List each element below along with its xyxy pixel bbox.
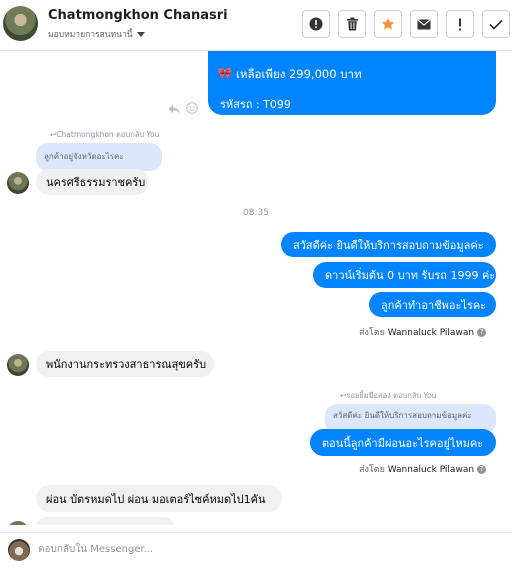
timestamp: 08:35 <box>243 208 269 218</box>
alert-button[interactable] <box>446 10 474 38</box>
checkmark-icon <box>489 19 503 30</box>
message-input[interactable]: ตอบกลับใน Messenger... <box>38 542 153 557</box>
incoming-message: นครศรีธรรมราชครับ <box>36 169 149 195</box>
caret-down-icon <box>136 32 145 37</box>
exclamation-circle-icon <box>309 17 323 31</box>
contact-avatar-small[interactable] <box>7 172 29 194</box>
help-icon[interactable]: ? <box>477 328 487 337</box>
contact-avatar-small <box>7 521 29 525</box>
message-thread[interactable]: 🎀 เหลือเพียง 299,000 บาท รหัสรถ : T099 ↩… <box>0 51 512 525</box>
help-icon[interactable]: ? <box>477 465 487 474</box>
sent-by-info: ส่งโดย Wannaluck Pilawan? <box>359 325 487 339</box>
star-button[interactable] <box>374 10 402 38</box>
price-text: เหลือเพียง 299,000 บาท <box>236 67 362 81</box>
ribbon-icon: 🎀 <box>218 67 232 80</box>
outgoing-message-car-offer: 🎀 เหลือเพียง 299,000 บาท รหัสรถ : T099 <box>208 51 496 115</box>
reply-label: ↩Chatmongkhon ตอบกลับ You <box>50 130 160 139</box>
delete-button[interactable] <box>338 10 366 38</box>
exclamation-icon <box>458 18 462 31</box>
outgoing-message: ลูกค้าทำอาชีพอะไรคะ <box>369 292 496 317</box>
outgoing-message: สวัสดีค่ะ ยินดีให้บริการสอบถามข้อมูลค่ะ <box>281 232 496 257</box>
email-button[interactable] <box>410 10 438 38</box>
assign-conversation-dropdown[interactable]: มอบหมายการสนทนานี้ <box>48 27 145 41</box>
page-avatar <box>8 539 30 561</box>
sender-name: Wannaluck Pilawan <box>387 328 475 338</box>
trash-icon <box>346 17 359 31</box>
star-icon <box>381 17 395 31</box>
outgoing-message: ดาวน์เริ่มต้น 0 บาท รับรถ 1999 ค่ะ <box>313 262 496 288</box>
outgoing-message: ตอนนี้ลูกค้ามีผ่อนอะไรคอยู่ไหมคะ <box>310 429 496 456</box>
envelope-icon <box>417 18 431 30</box>
sent-by-info: ส่งโดย Wannaluck Pilawan? <box>359 462 487 476</box>
reply-label: ↩รอยยิ้มมือสอง ตอบกลับ You <box>340 391 437 400</box>
contact-name[interactable]: Chatmongkhon Chanasri <box>48 8 228 23</box>
assign-label: มอบหมายการสนทนานี้ <box>48 30 133 40</box>
quoted-message[interactable]: ลูกค้าอยู่จังหวัดอะไรคะ <box>36 143 162 171</box>
car-code-text: รหัสรถ : T099 <box>220 98 291 111</box>
incoming-message: พนักงานกระทรวงสาธารณสุขครับ <box>36 351 214 377</box>
reply-arrow-icon[interactable] <box>168 99 180 114</box>
conversation-header: Chatmongkhon Chanasri มอบหมายการสนทนานี้ <box>0 0 512 51</box>
sender-name: Wannaluck Pilawan <box>387 465 475 475</box>
contact-avatar-small[interactable] <box>7 354 29 376</box>
incoming-message: ผ่อน บัตรหมดไป ผ่อน มอเตอร์ไซค์หมดไป1คัน <box>36 485 282 512</box>
contact-avatar[interactable] <box>3 6 38 41</box>
report-button[interactable] <box>302 10 330 38</box>
emoji-react-icon[interactable] <box>186 99 198 114</box>
reply-composer[interactable]: ตอบกลับใน Messenger... <box>0 532 512 569</box>
mark-done-button[interactable] <box>482 10 510 38</box>
incoming-message-partial <box>36 517 174 525</box>
